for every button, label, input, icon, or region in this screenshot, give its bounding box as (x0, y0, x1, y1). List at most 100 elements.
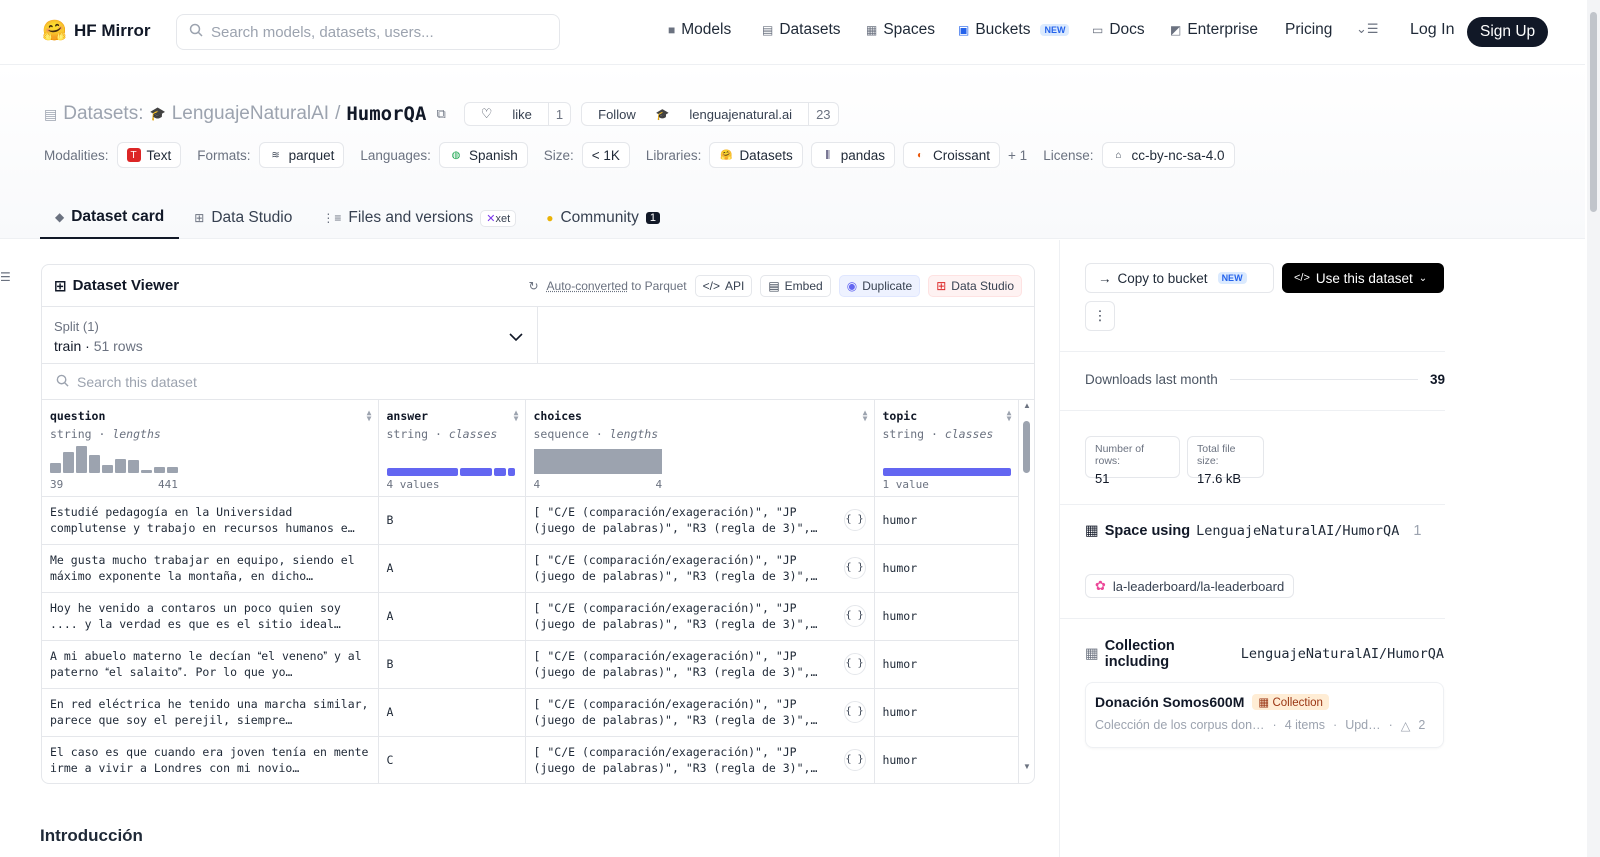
dataset-search-input[interactable] (77, 373, 477, 390)
more-options-icon[interactable]: ⋮ (1085, 301, 1115, 331)
json-view-icon[interactable]: { } (843, 749, 866, 771)
histogram-bar[interactable] (76, 446, 87, 473)
json-view-icon[interactable]: { } (843, 605, 866, 627)
cell-question[interactable]: Estudié pedagogía en la Universidad comp… (42, 496, 379, 545)
nav-pricing[interactable]: Pricing (1285, 21, 1332, 39)
cell-topic[interactable]: humor (874, 640, 1019, 689)
data-studio-button[interactable]: ⊞ Data Studio (928, 274, 1022, 297)
cell-choices[interactable]: [ "C/E (comparación/exageración)", "JP (… (525, 736, 875, 783)
cell-topic[interactable]: humor (874, 496, 1019, 545)
sort-icon[interactable]: ▲ ▼ (367, 409, 372, 423)
scroll-down-icon[interactable]: ▼ (1023, 762, 1031, 771)
more-menu-icon[interactable]: ⌄☰ (1356, 21, 1379, 37)
repo-kind[interactable]: Datasets: (63, 103, 143, 125)
global-search[interactable] (176, 14, 560, 50)
repo-owner-link[interactable]: LenguajeNaturalAI (172, 103, 329, 125)
table-scroll-thumb[interactable] (1023, 421, 1030, 473)
upvote-icon[interactable]: △ (1401, 718, 1411, 733)
cell-choices[interactable]: [ "C/E (comparación/exageración)", "JP (… (525, 592, 875, 641)
login-link[interactable]: Log In (1410, 21, 1454, 39)
class-segment[interactable] (507, 468, 515, 476)
tag-library-pandas[interactable]: ⫼ pandas (810, 142, 896, 168)
cell-answer[interactable]: B (378, 640, 526, 689)
cell-answer[interactable]: C (378, 736, 526, 783)
tab-dataset-card[interactable]: ◆ Dataset card (40, 197, 180, 239)
class-segment[interactable] (386, 468, 458, 476)
class-segment[interactable] (493, 468, 506, 476)
column-choices[interactable]: choices sequence · lengths 44 ▲ ▼ (525, 400, 875, 497)
histogram-bar[interactable] (102, 465, 113, 473)
table-scrollbar[interactable]: ▲ ▼ (1023, 401, 1031, 771)
page-scroll-thumb[interactable] (1590, 12, 1597, 212)
copy-to-bucket-button[interactable]: → Copy to bucket NEW (1085, 263, 1274, 293)
signup-button[interactable]: Sign Up (1467, 17, 1549, 47)
duplicate-button[interactable]: ◉ Duplicate (838, 274, 921, 297)
tag-library-croissant[interactable]: ◐ Croissant (903, 142, 1001, 168)
like-button[interactable]: ♡ like 1 (463, 102, 572, 126)
api-button[interactable]: </> API (694, 274, 753, 297)
histogram-bar[interactable] (63, 452, 74, 473)
auto-converted-link[interactable]: Auto-converted (547, 279, 628, 293)
histogram-bar[interactable] (154, 467, 165, 473)
cell-answer[interactable]: B (378, 496, 526, 545)
nav-enterprise[interactable]: ◩ Enterprise (1170, 21, 1258, 39)
histogram-bar[interactable] (115, 459, 126, 473)
nav-docs[interactable]: ▭ Docs (1092, 21, 1145, 39)
sort-icon[interactable]: ▲ ▼ (514, 409, 519, 423)
table-row[interactable]: En red eléctrica he tenido una marcha si… (42, 688, 1019, 737)
histogram-bar[interactable] (128, 460, 139, 473)
column-question[interactable]: question string · lengths 39 441 ▲ ▼ (42, 400, 379, 497)
collection-card[interactable]: Donación Somos600M ▦ Collection Colecció… (1085, 682, 1444, 748)
space-link[interactable]: ✿ la-leaderboard/la-leaderboard (1085, 574, 1295, 598)
sort-icon[interactable]: ▲ ▼ (1007, 409, 1012, 423)
tag-size[interactable]: < 1K (581, 142, 630, 168)
cell-question[interactable]: Me gusta mucho trabajar en equipo, siend… (42, 544, 379, 593)
class-segment[interactable] (459, 468, 492, 476)
cell-answer[interactable]: A (378, 592, 526, 641)
dataset-search[interactable] (42, 364, 1034, 400)
cell-choices[interactable]: [ "C/E (comparación/exageración)", "JP (… (525, 640, 875, 689)
use-dataset-button[interactable]: </> Use this dataset ⌄ (1282, 263, 1444, 293)
histogram-bar[interactable] (50, 463, 61, 473)
tab-files[interactable]: ⋮≡ Files and versions ✕xet (307, 197, 531, 239)
cell-topic[interactable]: humor (874, 736, 1019, 783)
cell-question[interactable]: Hoy he venido a contaros un poco quien s… (42, 592, 379, 641)
cell-question[interactable]: En red eléctrica he tenido una marcha si… (42, 688, 379, 737)
follow-button[interactable]: Follow 🎓 lenguajenatural.ai 23 (581, 102, 839, 126)
global-search-input[interactable] (211, 23, 531, 41)
page-scrollbar[interactable] (1587, 0, 1600, 857)
histogram-bar[interactable] (141, 470, 152, 473)
cell-topic[interactable]: humor (874, 544, 1019, 593)
cell-answer[interactable]: A (378, 688, 526, 737)
cell-topic[interactable]: humor (874, 592, 1019, 641)
json-view-icon[interactable]: { } (843, 557, 866, 579)
cell-question[interactable]: A mi abuelo materno le decían el veneno… (42, 640, 379, 689)
copy-icon[interactable]: ⧉ (436, 106, 445, 122)
tag-format-parquet[interactable]: ≋ parquet (258, 142, 345, 168)
histogram-bar[interactable] (167, 467, 178, 473)
table-row[interactable]: Me gusta mucho trabajar en equipo, siend… (42, 544, 1019, 593)
cell-answer[interactable]: A (378, 544, 526, 593)
cell-choices[interactable]: [ "C/E (comparación/exageración)", "JP (… (525, 688, 875, 737)
toc-toggle-icon[interactable]: ☰ (0, 270, 11, 284)
embed-button[interactable]: ▤ Embed (760, 274, 831, 297)
tab-community[interactable]: ● Community 1 (531, 197, 675, 239)
histogram-bar[interactable] (89, 455, 100, 473)
table-row[interactable]: El caso es que cuando era joven tenía en… (42, 736, 1019, 783)
table-row[interactable]: A mi abuelo materno le decían el veneno… (42, 640, 1019, 689)
json-view-icon[interactable]: { } (843, 653, 866, 675)
nav-models[interactable]: ■ Models (668, 21, 731, 39)
json-view-icon[interactable]: { } (843, 509, 866, 531)
tag-language-spanish[interactable]: ◍ Spanish (438, 142, 528, 168)
scroll-up-icon[interactable]: ▲ (1023, 401, 1031, 410)
cell-question[interactable]: El caso es que cuando era joven tenía en… (42, 736, 379, 783)
tag-modality-text[interactable]: T Text (116, 142, 182, 168)
sort-icon[interactable]: ▲ ▼ (863, 409, 868, 423)
column-topic[interactable]: topic string · classes 1 value ▲ ▼ (874, 400, 1019, 497)
nav-buckets[interactable]: ▣ Buckets NEW (958, 21, 1070, 39)
nav-datasets[interactable]: ▤ Datasets (762, 21, 841, 39)
cell-choices[interactable]: [ "C/E (comparación/exageración)", "JP (… (525, 496, 875, 545)
tab-data-studio[interactable]: ⊞ Data Studio (179, 197, 307, 239)
nav-spaces[interactable]: ▦ Spaces (866, 21, 935, 39)
cell-topic[interactable]: humor (874, 688, 1019, 737)
